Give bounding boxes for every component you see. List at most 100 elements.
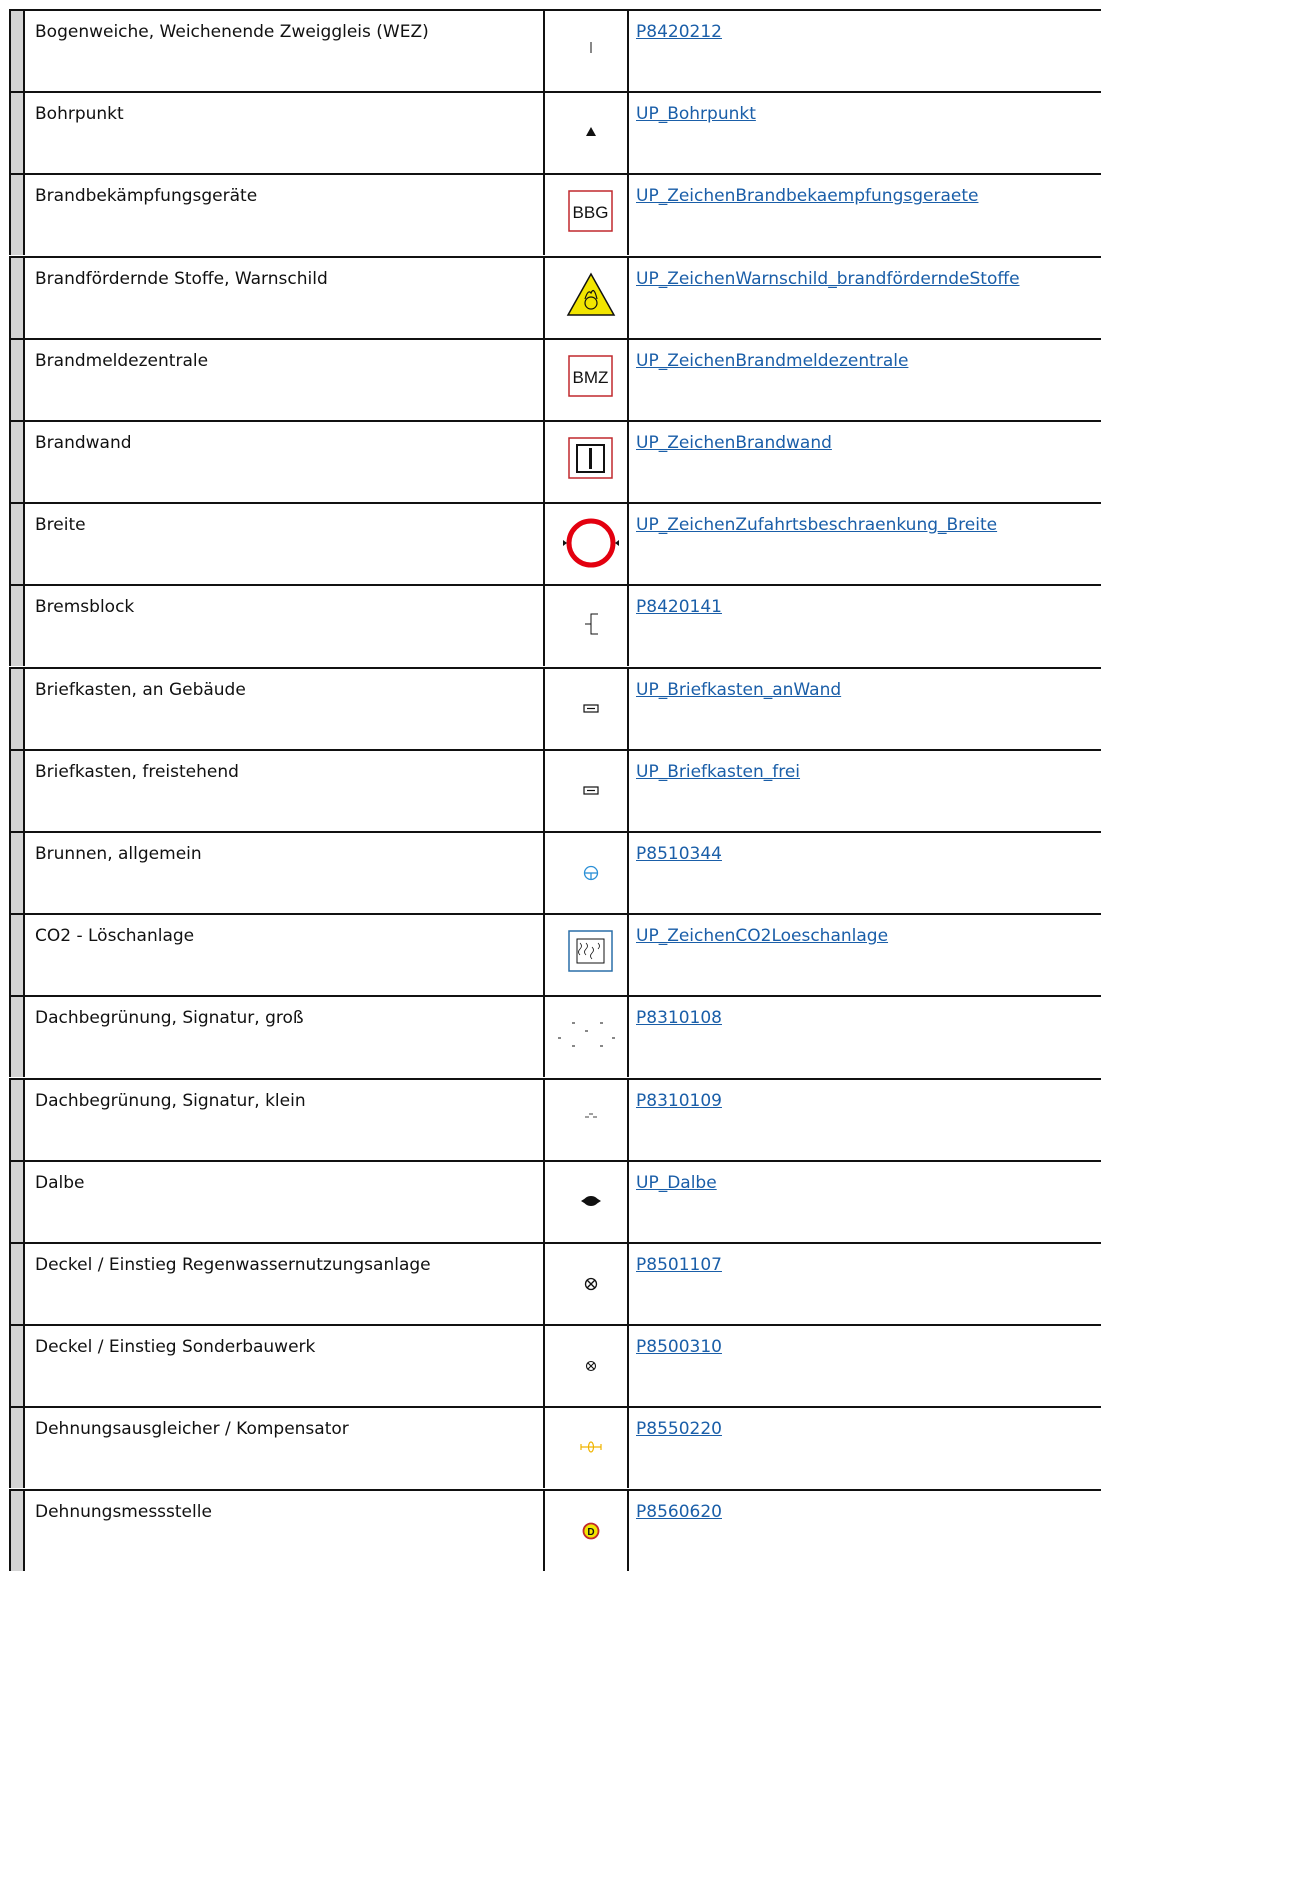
symbol-name: Brandbekämpfungsgeräte (26, 173, 545, 256)
symbol-name: Brandmeldezentrale (26, 337, 545, 420)
bmz-sign-icon: BMZ (568, 355, 613, 397)
row-divider (9, 255, 1101, 258)
table-row: Deckel / Einstieg Sonderbauwerk P8500310 (9, 1324, 1101, 1407)
symbol-cell (545, 1242, 629, 1324)
table-row: Brandbekämpfungsgeräte BBG UP_ZeichenBrand… (9, 173, 1101, 256)
symbol-name: CO2 - Löschanlage (26, 913, 545, 996)
symbol-code-link[interactable]: UP_ZeichenCO2Loeschanlage (636, 926, 888, 946)
symbol-name: Dachbegrünung, Signatur, groß (26, 995, 545, 1078)
row-gutter (9, 995, 25, 1078)
oxidizer-warning-icon (566, 272, 616, 316)
row-divider (9, 748, 1101, 751)
row-divider (9, 1242, 1101, 1244)
symbol-code-link[interactable]: P8500310 (636, 1337, 722, 1357)
symbol-cell (545, 1406, 629, 1489)
manhole-cross-icon (584, 1277, 598, 1291)
symbol-name: Bohrpunkt (26, 91, 545, 174)
row-divider (9, 584, 1101, 587)
row-divider (9, 995, 1101, 998)
table-row: Dehnungsausgleicher / Kompensator P855022… (9, 1406, 1101, 1489)
symbol-code-link[interactable]: UP_Dalbe (636, 1173, 717, 1193)
table-row: Bogenweiche, Weichenende Zweiggleis (WEZ… (9, 9, 1101, 91)
symbol-cell (545, 91, 629, 174)
symbol-cell (545, 420, 629, 502)
row-divider (9, 831, 1101, 833)
symbol-cell: BMZ (545, 337, 629, 420)
row-gutter (9, 502, 25, 585)
row-divider (9, 337, 1101, 340)
vertical-tick-icon (590, 42, 592, 53)
symbol-code-link[interactable]: P8550220 (636, 1419, 722, 1439)
symbol-name: Dachbegrünung, Signatur, klein (26, 1077, 545, 1160)
symbol-code-link[interactable]: P8310108 (636, 1008, 722, 1028)
row-gutter (9, 337, 25, 420)
row-gutter (9, 173, 25, 256)
symbol-name: Briefkasten, freistehend (26, 748, 545, 831)
row-divider (9, 1488, 1101, 1491)
symbol-cell: BBG (545, 173, 629, 256)
symbol-code-link[interactable]: P8560620 (636, 1502, 722, 1522)
symbol-code-link[interactable]: UP_Briefkasten_anWand (636, 680, 841, 700)
symbol-name: Dehnungsausgleicher / Kompensator (26, 1406, 545, 1489)
row-gutter (9, 1077, 25, 1160)
symbol-name: Bremsblock (26, 584, 545, 667)
table-row: Brandmeldezentrale BMZ UP_ZeichenBrandmeld… (9, 337, 1101, 420)
green-roof-small-icon (585, 1113, 597, 1117)
symbol-cell (545, 502, 629, 585)
symbol-name: Dalbe (26, 1159, 545, 1242)
row-gutter (9, 1406, 25, 1489)
symbol-code-link[interactable]: UP_ZeichenZufahrtsbeschraenkung_Breite (636, 515, 997, 535)
symbol-cell: D (545, 1488, 629, 1571)
symbol-code-link[interactable]: UP_Briefkasten_frei (636, 762, 800, 782)
symbol-code-link[interactable]: P8501107 (636, 1255, 722, 1275)
symbol-name: Dehnungsmessstelle (26, 1488, 545, 1571)
symbol-code-link[interactable]: P8510344 (636, 844, 722, 864)
firewall-sign-icon (568, 437, 613, 479)
table-row: Brandwand UP_ZeichenBrandwand (9, 420, 1101, 502)
row-gutter (9, 9, 25, 91)
compensator-icon (580, 1441, 602, 1453)
row-gutter (9, 748, 25, 831)
table-row: Breite UP_ZeichenZufahrtsbeschraenkung_Br… (9, 502, 1101, 585)
row-gutter (9, 91, 25, 174)
triangle-icon (586, 127, 596, 137)
row-gutter (9, 584, 25, 667)
row-divider (9, 913, 1101, 916)
row-divider (9, 173, 1101, 176)
table-row: Brandfördernde Stoffe, Warnschild UP_Zeic… (9, 255, 1101, 338)
icon-label: BBG (573, 203, 609, 222)
row-divider (9, 502, 1101, 505)
symbol-name: Brandwand (26, 420, 545, 502)
symbol-name: Bogenweiche, Weichenende Zweiggleis (WEZ… (26, 9, 545, 91)
symbol-code-link[interactable]: P8420141 (636, 597, 722, 617)
symbol-cell (545, 913, 629, 996)
row-gutter (9, 666, 25, 749)
table-row: Deckel / Einstieg Regenwassernutzungsanl… (9, 1242, 1101, 1324)
row-gutter (9, 1488, 25, 1571)
row-divider (9, 9, 1101, 11)
row-gutter (9, 420, 25, 502)
table-row: Bohrpunkt UP_Bohrpunkt (9, 91, 1101, 174)
row-gutter (9, 913, 25, 996)
well-icon (583, 865, 599, 881)
table-row: Dalbe UP_Dalbe (9, 1159, 1101, 1242)
symbol-name: Deckel / Einstieg Sonderbauwerk (26, 1324, 545, 1407)
symbol-code-link[interactable]: UP_ZeichenBrandbekaempfungsgeraete (636, 186, 978, 206)
symbol-cell (545, 9, 629, 91)
symbol-code-link[interactable]: UP_ZeichenWarnschild_brandförderndeStoff… (636, 269, 1020, 289)
symbol-code-link[interactable]: UP_ZeichenBrandwand (636, 433, 832, 453)
symbol-code-link[interactable]: UP_ZeichenBrandmeldezentrale (636, 351, 908, 371)
row-gutter (9, 255, 25, 338)
mailbox-wall-icon (583, 703, 599, 713)
symbol-code-link[interactable]: UP_Bohrpunkt (636, 104, 756, 124)
row-divider (9, 1324, 1101, 1327)
symbol-code-link[interactable]: P8420212 (636, 22, 722, 42)
row-gutter (9, 1242, 25, 1324)
table-row: CO2 - Löschanlage UP_ZeichenCO2Loeschanla… (9, 913, 1101, 996)
row-divider (9, 1159, 1101, 1162)
table-row: Bremsblock P8420141 (9, 584, 1101, 667)
row-gutter (9, 831, 25, 913)
icon-label: BMZ (573, 368, 609, 387)
symbol-cell (545, 748, 629, 831)
symbol-code-link[interactable]: P8310109 (636, 1091, 722, 1111)
